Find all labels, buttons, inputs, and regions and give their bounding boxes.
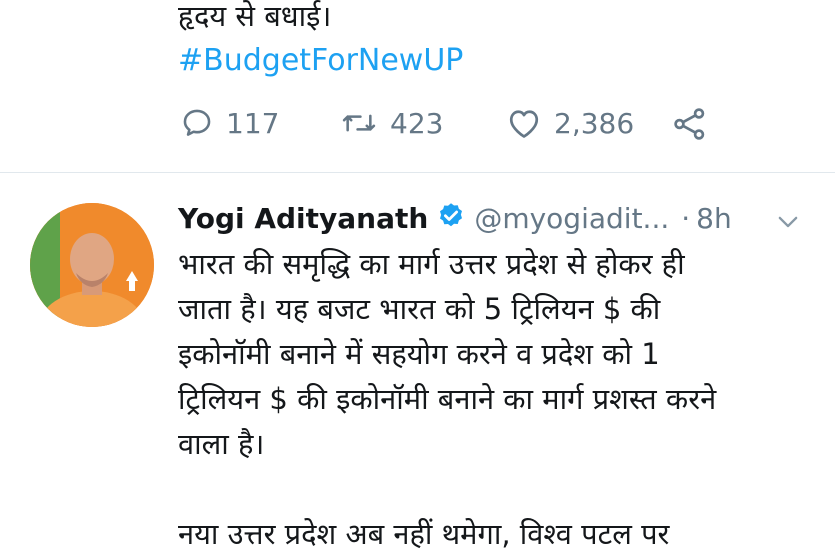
retweet-count: 423 (390, 106, 444, 140)
tweet-line: ट्रिलियन $ की इकोनॉमी बनाने का मार्ग प्र… (178, 382, 717, 416)
tweet-divider (0, 172, 835, 173)
like-button[interactable]: 2,386 (506, 106, 634, 140)
heart-icon (506, 106, 542, 140)
time-separator: · (681, 201, 691, 235)
verified-badge-icon (436, 201, 466, 235)
hashtag-link[interactable]: #BudgetForNewUP (178, 40, 463, 82)
tweet-header: Yogi Adityanath @myogiadit... · 8h (178, 196, 732, 240)
author-name[interactable]: Yogi Adityanath (178, 202, 428, 235)
share-icon (672, 106, 708, 142)
more-options-button[interactable] (774, 208, 802, 240)
reply-icon (180, 106, 214, 140)
tweet-text-tail: हृदय से बधाई। (178, 0, 332, 33)
avatar[interactable] (30, 203, 154, 327)
tweet-body: भारत की समृद्धि का मार्ग उत्तर प्रदेश से… (178, 242, 808, 557)
tweet-line: भारत की समृद्धि का मार्ग उत्तर प्रदेश से… (178, 247, 685, 281)
share-button[interactable] (672, 106, 708, 142)
reply-button[interactable]: 117 (180, 106, 279, 140)
author-handle[interactable]: @myogiadit... (474, 202, 669, 235)
retweet-icon (340, 106, 378, 140)
tweet-time[interactable]: 8h (696, 202, 732, 235)
like-count: 2,386 (554, 106, 635, 140)
reply-count: 117 (226, 106, 280, 140)
tweet-line: नया उत्तर प्रदेश अब नहीं थमेगा, विश्व पट… (178, 517, 670, 551)
previous-tweet: हृदय से बधाई। #BudgetForNewUP 117 423 2,… (0, 0, 835, 172)
tweet-line: इकोनॉमी बनाने में सहयोग करने व प्रदेश को… (178, 337, 660, 371)
tweet-line: वाला है। (178, 427, 265, 461)
retweet-button[interactable]: 423 (340, 106, 443, 140)
chevron-down-icon (774, 216, 802, 240)
tweet-line: जाता है। यह बजट भारत को 5 ट्रिलियन $ की (178, 292, 661, 326)
